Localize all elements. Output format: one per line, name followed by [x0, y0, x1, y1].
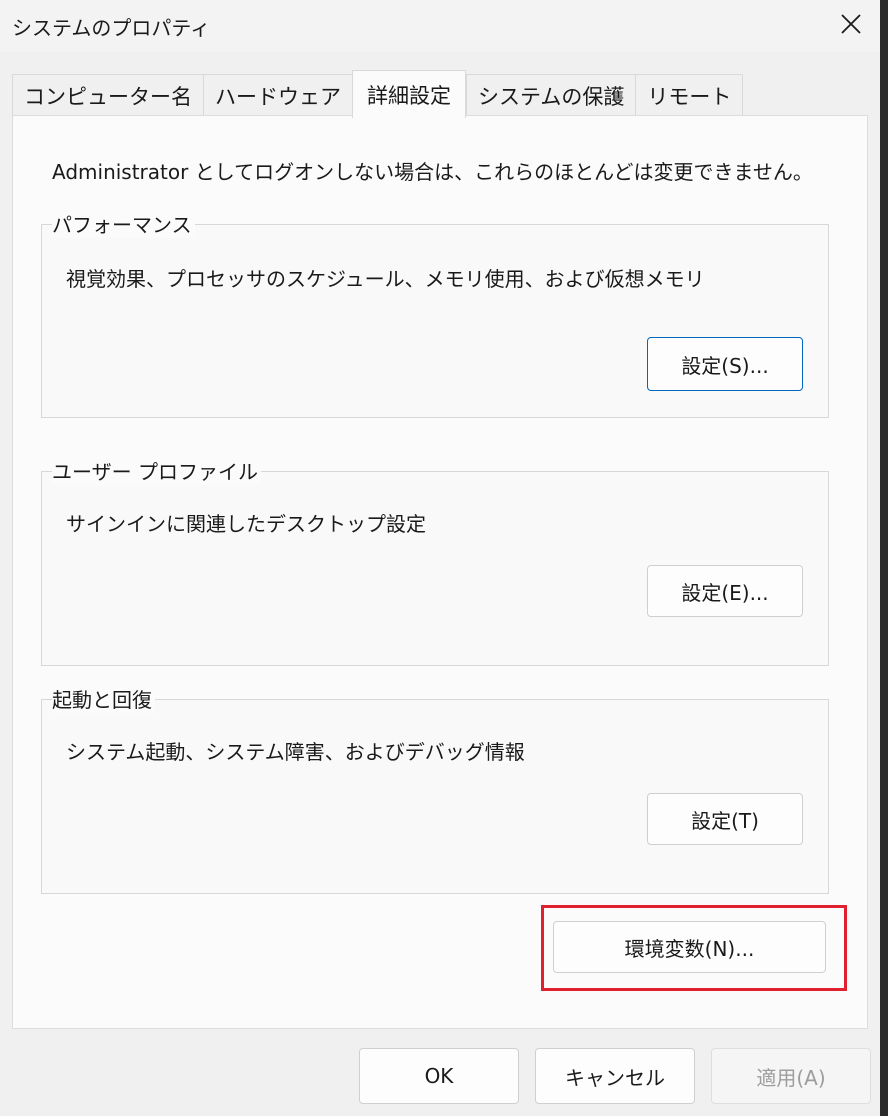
performance-group: パフォーマンス 視覚効果、プロセッサのスケジュール、メモリ使用、および仮想メモリ…: [41, 209, 829, 418]
cancel-button[interactable]: キャンセル: [535, 1048, 695, 1104]
close-icon: [841, 14, 861, 34]
tab-computer-name[interactable]: コンピューター名: [12, 74, 203, 116]
window-title: システムのプロパティ: [12, 16, 211, 40]
admin-note: Administrator としてログオンしない場合は、これらのほとんどは変更で…: [52, 160, 813, 184]
apply-button[interactable]: 適用(A): [711, 1048, 871, 1104]
user-profile-group: ユーザー プロファイル サインインに関連したデスクトップ設定 設定(E)...: [41, 456, 829, 666]
user-profile-settings-button[interactable]: 設定(E)...: [647, 565, 803, 617]
performance-settings-button[interactable]: 設定(S)...: [647, 337, 803, 391]
tab-hardware[interactable]: ハードウェア: [203, 74, 352, 116]
close-button[interactable]: [826, 2, 876, 46]
advanced-tab-panel: Administrator としてログオンしない場合は、これらのほとんどは変更で…: [12, 115, 868, 1029]
performance-description: 視覚効果、プロセッサのスケジュール、メモリ使用、および仮想メモリ: [66, 267, 705, 291]
startup-recovery-group: 起動と回復 システム起動、システム障害、およびデバッグ情報 設定(T): [41, 684, 829, 894]
environment-variables-button[interactable]: 環境変数(N)...: [553, 921, 826, 973]
startup-recovery-description: システム起動、システム障害、およびデバッグ情報: [66, 740, 525, 764]
tab-strip: コンピューター名 ハードウェア 詳細設定 システムの保護 リモート: [12, 70, 744, 118]
performance-group-title: パフォーマンス: [52, 209, 195, 238]
tab-system-protection[interactable]: システムの保護: [466, 74, 636, 116]
title-bar: システムのプロパティ: [0, 0, 880, 52]
user-profile-description: サインインに関連したデスクトップ設定: [66, 512, 426, 536]
startup-recovery-settings-button[interactable]: 設定(T): [647, 793, 803, 845]
user-profile-group-title: ユーザー プロファイル: [52, 456, 261, 485]
startup-recovery-group-title: 起動と回復: [52, 684, 155, 713]
ok-button[interactable]: OK: [359, 1048, 519, 1104]
background-window-strip: [880, 0, 888, 1116]
tab-remote[interactable]: リモート: [635, 74, 744, 116]
tab-advanced[interactable]: 詳細設定: [352, 70, 466, 118]
